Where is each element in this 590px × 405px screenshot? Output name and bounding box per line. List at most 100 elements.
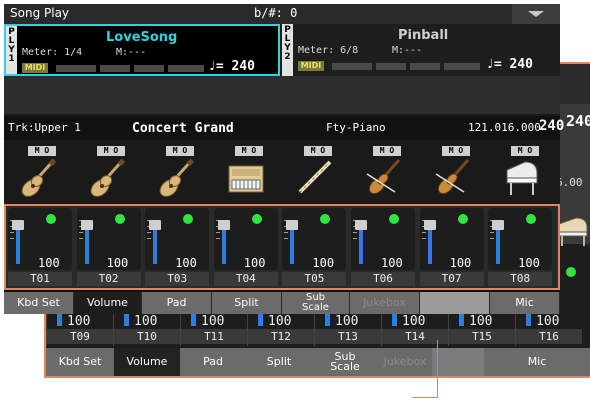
play-led[interactable]	[457, 214, 468, 224]
sound-slot[interactable]: M O	[6, 144, 72, 204]
tab-jukebox[interactable]: Jukebox	[378, 348, 433, 376]
track-label[interactable]: T04	[213, 272, 278, 286]
volume-fader[interactable]	[191, 314, 196, 326]
tab-kbd-set[interactable]: Kbd Set	[4, 292, 74, 314]
page-menu-button[interactable]	[512, 4, 560, 24]
player-1-meter: Meter: 1/4	[22, 47, 83, 58]
track-label[interactable]: T06	[351, 272, 415, 286]
volume-value: 100	[449, 256, 472, 270]
tab-bar: Kbd Set Volume Pad Split Sub Scale Jukebox Mic	[4, 290, 560, 314]
sound-slot[interactable]: M O	[282, 144, 348, 204]
mute-solo-indicator[interactable]: M O	[442, 146, 470, 156]
track-label[interactable]: T14	[382, 329, 448, 344]
tab-volume[interactable]: Volume	[74, 292, 142, 314]
mute-solo-indicator[interactable]: M O	[304, 146, 332, 156]
fader-handle[interactable]	[286, 220, 299, 230]
sound-slot[interactable]: M O	[213, 144, 279, 204]
player-2-panel[interactable]: PLY2 Pinball Meter: 6/8 M:--- MIDI ♩= 24…	[282, 24, 560, 76]
tab-jukebox[interactable]: Jukebox	[350, 292, 420, 314]
fader-handle[interactable]	[355, 220, 367, 230]
mute-solo-indicator[interactable]: M O	[373, 146, 401, 156]
fader-handle[interactable]	[80, 220, 93, 230]
play-led[interactable]	[46, 214, 56, 224]
volume-fader[interactable]	[57, 314, 62, 326]
player-1-panel[interactable]: PLY1 LoveSong Meter: 1/4 M:--- MIDI ♩= 2…	[4, 24, 280, 76]
volume-fader[interactable]	[427, 224, 432, 264]
mute-solo-indicator[interactable]: M O	[97, 146, 125, 156]
fader-handle[interactable]	[149, 220, 162, 230]
fader-handle[interactable]	[217, 220, 230, 230]
mixer-channel: 100 T10	[113, 314, 180, 346]
tab-sub-scale[interactable]: Sub Scale	[282, 292, 350, 314]
volume-fader[interactable]	[526, 314, 531, 326]
track-label[interactable]: T02	[76, 272, 141, 286]
side-tempo-value: 240	[539, 118, 565, 134]
tab-sub-scale[interactable]: Sub Scale	[312, 348, 379, 376]
play-led[interactable]	[251, 214, 262, 224]
track-label[interactable]: T01	[8, 272, 72, 286]
tab-pad[interactable]: Pad	[142, 292, 212, 314]
accidentals-indicator[interactable]: b/#: 0	[254, 6, 297, 20]
track-label[interactable]: T12	[248, 329, 314, 344]
fader-tick	[284, 232, 289, 233]
volume-fader[interactable]	[153, 224, 158, 264]
play-led[interactable]	[114, 214, 125, 224]
mute-solo-indicator[interactable]: M O	[166, 146, 194, 156]
mute-solo-indicator[interactable]: M O	[28, 146, 56, 156]
tab-empty[interactable]	[432, 348, 485, 376]
track-label[interactable]: T13	[315, 329, 381, 344]
lyrics-area	[4, 76, 560, 114]
tab-split[interactable]: Split	[212, 292, 282, 314]
track-label[interactable]: T05	[282, 272, 347, 286]
play-led[interactable]	[389, 214, 399, 224]
sound-category: Fty-Piano	[326, 121, 386, 134]
volume-fader[interactable]	[221, 224, 226, 264]
volume-value: 100	[335, 314, 359, 329]
position-bar	[376, 63, 406, 70]
track-label[interactable]: T03	[145, 272, 210, 286]
volume-fader[interactable]	[459, 314, 464, 326]
tab-mic[interactable]: Mic	[484, 348, 590, 376]
tab-kbd-set[interactable]: Kbd Set	[46, 348, 115, 376]
sound-slot[interactable]: M O	[489, 144, 555, 204]
sound-slot[interactable]: M O	[144, 144, 210, 204]
tab-volume[interactable]: Volume	[114, 348, 181, 376]
mixer-channel: 100 T12	[247, 314, 314, 346]
tab-split[interactable]: Split	[246, 348, 313, 376]
volume-fader[interactable]	[496, 224, 501, 264]
volume-fader[interactable]	[84, 224, 89, 264]
volume-fader[interactable]	[124, 314, 129, 326]
mute-solo-indicator[interactable]: M O	[235, 146, 263, 156]
track-label[interactable]: T10	[114, 329, 180, 344]
track-label[interactable]: T15	[449, 329, 515, 344]
mixer-channel: 100 T16	[515, 314, 582, 346]
fader-handle[interactable]	[12, 220, 24, 230]
tab-empty[interactable]	[420, 292, 490, 314]
volume-fader[interactable]	[16, 224, 20, 264]
track-label[interactable]: T09	[47, 329, 113, 344]
track-label[interactable]: T07	[419, 272, 484, 286]
fader-tick	[490, 238, 495, 239]
volume-fader[interactable]	[290, 224, 295, 264]
mute-solo-indicator[interactable]: M O	[511, 146, 539, 156]
volume-fader[interactable]	[392, 314, 397, 326]
player-2-meter: Meter: 6/8	[298, 45, 359, 56]
volume-fader[interactable]	[258, 314, 263, 326]
track-label[interactable]: T16	[516, 329, 582, 344]
volume-value: 100	[312, 256, 335, 270]
sound-slot[interactable]: M O	[351, 144, 417, 204]
sound-slot[interactable]: M O	[75, 144, 141, 204]
volume-fader[interactable]	[325, 314, 330, 326]
mixer-channel: 100 T09	[46, 314, 113, 346]
track-label[interactable]: T11	[181, 329, 247, 344]
tab-mic[interactable]: Mic	[490, 292, 560, 314]
volume-value: 100	[402, 314, 426, 329]
tab-pad[interactable]: Pad	[180, 348, 247, 376]
fader-handle[interactable]	[423, 220, 436, 230]
track-label[interactable]: T08	[488, 272, 553, 286]
mixer-section: 100 T01 100 T02 100 T03 100 T04 100 T05 100 T06 100 T…	[4, 204, 560, 290]
volume-fader[interactable]	[359, 224, 363, 264]
track-info-bar[interactable]: Trk:Upper 1 Concert Grand Fty-Piano 121.…	[4, 116, 564, 140]
fader-handle[interactable]	[492, 220, 505, 230]
sound-slot[interactable]: M O	[420, 144, 486, 204]
